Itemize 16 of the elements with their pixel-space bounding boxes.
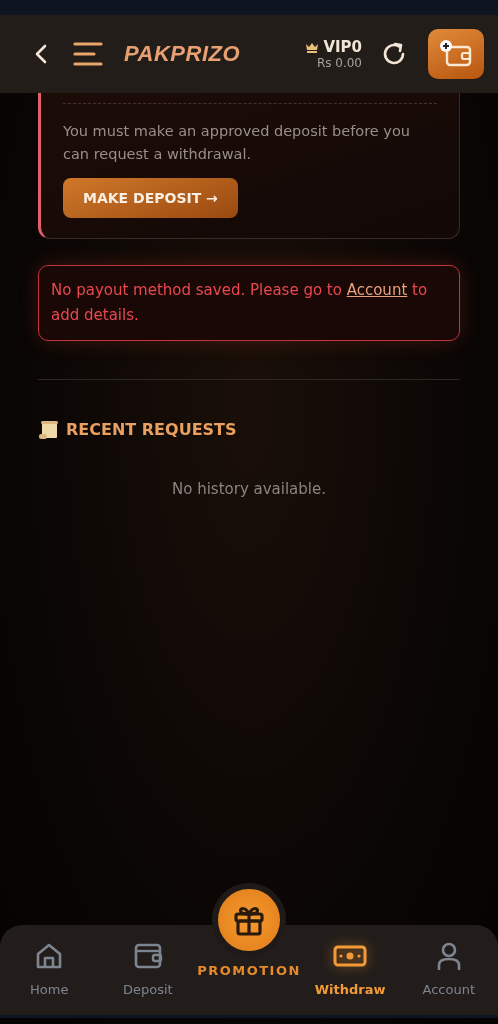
nav-tab[interactable]: Account bbox=[399, 925, 498, 1015]
crown-icon bbox=[305, 41, 320, 53]
nav-tab[interactable]: Withdraw bbox=[300, 925, 400, 1015]
vip-level: VIP0 bbox=[323, 38, 362, 56]
payout-alert-message: No payout method saved. Please go to Account to add details. bbox=[51, 280, 429, 327]
make-deposit-button[interactable]: MAKE DEPOSIT → bbox=[63, 178, 238, 219]
balance-amount: Rs 0.00 bbox=[316, 56, 362, 70]
nav-tab[interactable]: Deposit bbox=[98, 925, 198, 1015]
add-wallet-button[interactable] bbox=[428, 29, 484, 79]
section-heading: RECENT REQUESTS bbox=[66, 420, 237, 440]
scroll-icon bbox=[38, 419, 60, 440]
account-link[interactable]: Account bbox=[346, 281, 408, 300]
nav-tab[interactable]: Home bbox=[0, 925, 99, 1015]
deposit-required-message: You must make an approved deposit before you can request a withdrawal. bbox=[63, 122, 411, 165]
brand-logo: PAKPRIZO bbox=[124, 41, 241, 67]
empty-history-message: No history available. bbox=[171, 479, 327, 498]
